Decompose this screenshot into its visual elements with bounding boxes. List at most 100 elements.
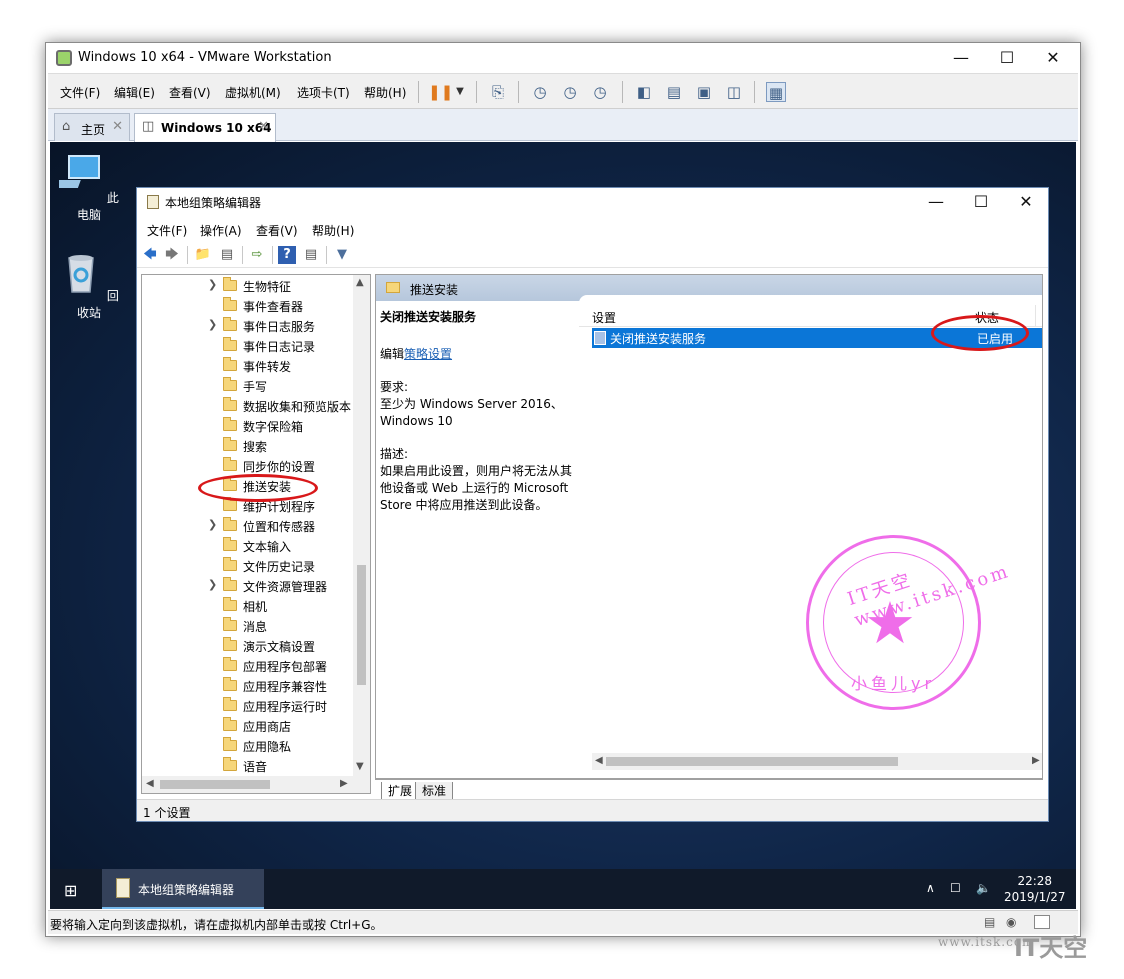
- tree-item[interactable]: 同步你的设置: [142, 456, 357, 476]
- chevron-up-icon[interactable]: ∧: [926, 881, 935, 895]
- filter-icon[interactable]: ▼: [333, 246, 351, 264]
- column-setting[interactable]: 设置: [592, 309, 616, 326]
- hard-disk-icon[interactable]: ▤: [984, 915, 1000, 929]
- list-horizontal-scrollbar[interactable]: ◀ ▶: [592, 753, 1042, 770]
- tab-standard[interactable]: 标准: [415, 782, 454, 800]
- close-tab-icon[interactable]: ✕: [258, 119, 269, 134]
- message-log-icon[interactable]: [1034, 915, 1050, 929]
- scroll-left-icon[interactable]: ◀: [146, 778, 154, 789]
- gpe-menu-action[interactable]: 操作(A): [200, 222, 242, 239]
- revert-snapshot-icon[interactable]: ◷: [560, 82, 580, 102]
- tree-item[interactable]: ❯ 事件日志服务: [142, 316, 357, 336]
- tree-item[interactable]: 应用商店: [142, 716, 357, 736]
- pause-icon[interactable]: ❚❚: [428, 82, 453, 102]
- scroll-thumb[interactable]: [606, 757, 898, 766]
- snapshot-icon[interactable]: ◷: [530, 82, 550, 102]
- scroll-up-icon[interactable]: ▲: [356, 277, 364, 288]
- full-screen-icon[interactable]: ▣: [694, 82, 714, 102]
- scroll-right-icon[interactable]: ▶: [1032, 755, 1040, 766]
- up-folder-icon[interactable]: 📁: [194, 246, 212, 264]
- scroll-thumb[interactable]: [160, 780, 270, 789]
- tree-item[interactable]: 消息: [142, 616, 357, 636]
- tree-item[interactable]: 应用程序运行时: [142, 696, 357, 716]
- unity-icon[interactable]: ◫: [724, 82, 744, 102]
- menu-tabs[interactable]: 选项卡(T): [297, 84, 350, 101]
- tree-item-label: 数字保险箱: [243, 420, 304, 434]
- desktop-icon-this-pc[interactable]: 此电脑: [50, 152, 124, 223]
- tree-item[interactable]: 应用程序兼容性: [142, 676, 357, 696]
- tree-item[interactable]: ❯ 文件资源管理器: [142, 576, 357, 596]
- tree-item[interactable]: ❯ 位置和传感器: [142, 516, 357, 536]
- gpe-menu-file[interactable]: 文件(F): [147, 222, 187, 239]
- network-disconnected-icon[interactable]: ☐: [950, 881, 961, 895]
- gpe-menu-help[interactable]: 帮助(H): [312, 222, 354, 239]
- tree-item[interactable]: 数字保险箱: [142, 416, 357, 436]
- chevron-right-icon[interactable]: ❯: [208, 318, 217, 331]
- chevron-right-icon[interactable]: ❯: [208, 578, 217, 591]
- gpe-close-button[interactable]: ✕: [1003, 188, 1049, 216]
- tree-item[interactable]: 应用程序包部署: [142, 656, 357, 676]
- send-ctrl-alt-del-icon[interactable]: ⎘: [488, 82, 508, 102]
- forward-icon[interactable]: 🡆: [163, 246, 181, 264]
- console-view-icon[interactable]: ▦: [766, 82, 786, 102]
- tab-windows10[interactable]: ◫ Windows 10 x64 ✕: [134, 113, 276, 142]
- gpe-menu-view[interactable]: 查看(V): [256, 222, 298, 239]
- scroll-left-icon[interactable]: ◀: [595, 755, 603, 766]
- scroll-thumb[interactable]: [357, 565, 366, 685]
- tab-home[interactable]: ⌂ 主页 ✕: [54, 113, 130, 141]
- settings-list[interactable]: 设置 状态 关闭推送安装服务 已启用 ◀ ▶: [579, 295, 1042, 778]
- snapshot-manager-icon[interactable]: ◷: [590, 82, 610, 102]
- show-hide-tree-icon[interactable]: ▤: [218, 246, 236, 264]
- menu-file[interactable]: 文件(F): [60, 84, 100, 101]
- properties-icon[interactable]: ▤: [302, 246, 320, 264]
- minimize-button[interactable]: —: [938, 43, 984, 73]
- tree-item[interactable]: 语音: [142, 756, 357, 776]
- taskbar-clock[interactable]: 22:28 2019/1/27: [1004, 873, 1066, 905]
- edit-policy-link[interactable]: 策略设置: [404, 347, 452, 361]
- chevron-right-icon[interactable]: ❯: [208, 278, 217, 291]
- close-tab-icon[interactable]: ✕: [112, 119, 123, 134]
- taskbar-app-gpe[interactable]: 本地组策略编辑器: [102, 869, 264, 909]
- tree-item[interactable]: 数据收集和预览版本: [142, 396, 357, 416]
- tree-item[interactable]: 搜索: [142, 436, 357, 456]
- volume-muted-icon[interactable]: 🔈: [976, 881, 991, 895]
- tab-extended[interactable]: 扩展: [381, 782, 420, 800]
- guest-desktop[interactable]: 此电脑 回收站 本地组策略编辑器 — ☐ ✕ 文件(F) 操作(A) 查看(V): [50, 142, 1076, 909]
- tree-item[interactable]: 演示文稿设置: [142, 636, 357, 656]
- tree-item[interactable]: 事件查看器: [142, 296, 357, 316]
- thumbnail-bar-icon[interactable]: ▤: [664, 82, 684, 102]
- tree-vertical-scrollbar[interactable]: ▲ ▼: [353, 275, 370, 793]
- tree-item[interactable]: 文本输入: [142, 536, 357, 556]
- toolbar-separator: [326, 246, 327, 264]
- tree-item[interactable]: 应用隐私: [142, 736, 357, 756]
- tree-item[interactable]: 文件历史记录: [142, 556, 357, 576]
- scroll-down-icon[interactable]: ▼: [356, 761, 364, 772]
- close-button[interactable]: ✕: [1030, 43, 1076, 73]
- chevron-right-icon[interactable]: ❯: [208, 518, 217, 531]
- tree-item[interactable]: 事件转发: [142, 356, 357, 376]
- tree-item-label: 生物特征: [243, 280, 292, 294]
- desktop-icon-recycle-bin[interactable]: 回收站: [54, 250, 124, 321]
- menu-view[interactable]: 查看(V): [169, 84, 211, 101]
- policy-setting-icon: [594, 331, 606, 345]
- tree-item[interactable]: 相机: [142, 596, 357, 616]
- chevron-down-icon[interactable]: ▼: [450, 82, 470, 102]
- tree-horizontal-scrollbar[interactable]: ◀ ▶: [142, 776, 355, 793]
- tree-item[interactable]: 手写: [142, 376, 357, 396]
- cd-rom-icon[interactable]: ◉: [1006, 915, 1022, 929]
- gpe-maximize-button[interactable]: ☐: [958, 188, 1004, 216]
- menu-vm[interactable]: 虚拟机(M): [225, 84, 281, 101]
- export-list-icon[interactable]: ⇨: [248, 246, 266, 264]
- menu-help[interactable]: 帮助(H): [364, 84, 406, 101]
- tree-item[interactable]: ❯ 生物特征: [142, 276, 357, 296]
- policy-tree[interactable]: ❯ 生物特征事件查看器 ❯ 事件日志服务 事件日志记录 事件转发 手写 数据收集和预览版本数字…: [141, 274, 371, 794]
- scroll-right-icon[interactable]: ▶: [340, 778, 348, 789]
- back-icon[interactable]: 🡄: [141, 246, 159, 264]
- library-icon[interactable]: ◧: [634, 82, 654, 102]
- tree-item[interactable]: 事件日志记录: [142, 336, 357, 356]
- maximize-button[interactable]: ☐: [984, 43, 1030, 73]
- windows-start-icon[interactable]: ⊞: [64, 881, 77, 900]
- gpe-minimize-button[interactable]: —: [913, 188, 959, 216]
- menu-edit[interactable]: 编辑(E): [114, 84, 155, 101]
- help-icon[interactable]: ?: [278, 246, 296, 264]
